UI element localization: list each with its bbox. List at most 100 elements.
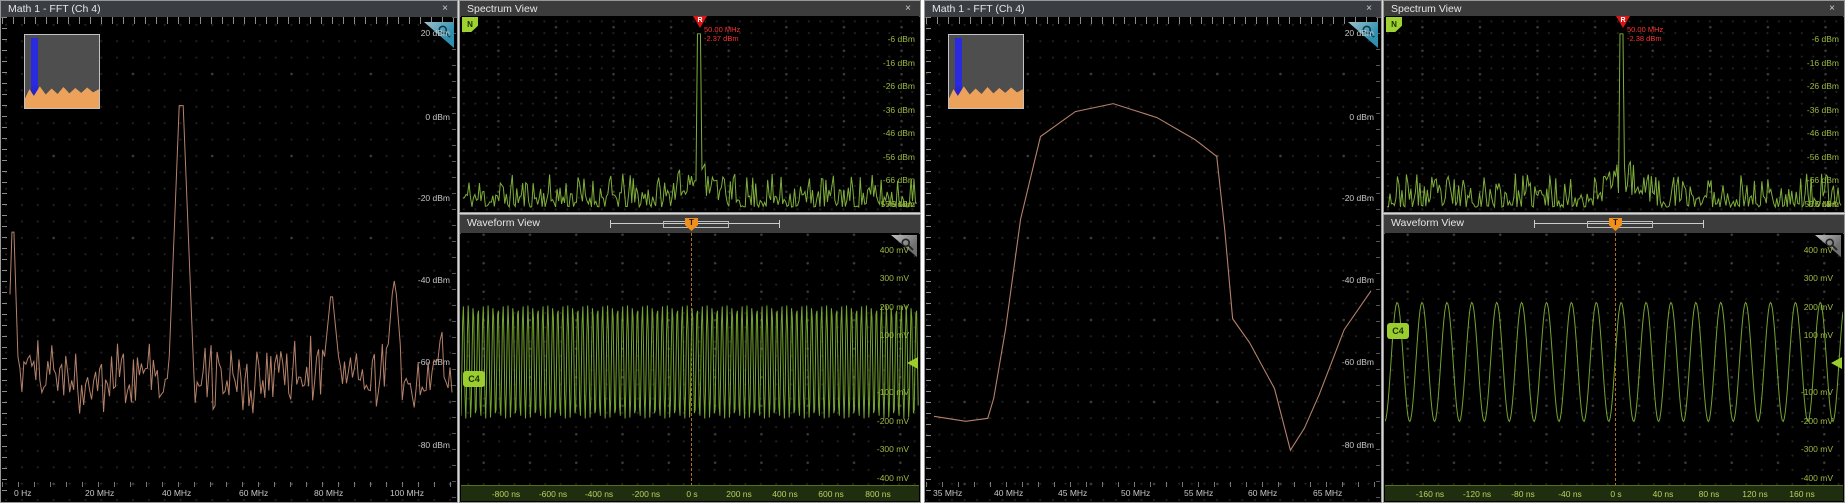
channel-badge-c4[interactable]: C4 [1387,323,1409,339]
fft-x-label: 0 Hz [14,488,31,498]
trigger-position-line [1615,233,1616,486]
zoom-overview-icon[interactable] [424,22,454,48]
waveform-y-label: -100 mV [877,387,909,397]
fft-left-ruler [926,17,931,501]
spectrum-y-label: -16 dBm [883,58,915,68]
close-icon[interactable]: × [1362,2,1376,15]
fft-y-label: -60 dBm [418,357,450,367]
marker-amplitude: -2.38 dBm [1627,34,1663,43]
trigger-position-line [691,233,692,486]
waveform-x-label: -800 ns [492,489,520,499]
trigger-position-icon[interactable]: T [685,218,698,231]
waveform-view-window: Waveform View T C4 400 mV300 mV200 mV100… [1383,214,1845,503]
fft-x-label: 60 MHz [239,488,268,498]
zoom-icon[interactable] [1815,235,1841,257]
spectrum-trace [461,16,919,211]
waveform-title: Waveform View [467,217,540,229]
fft-overview-thumbnail[interactable] [24,34,100,109]
fft-y-label: -20 dBm [1342,193,1374,203]
math-fft-window: Math 1 - FFT (Ch 4) × 20 dBm0 dBm-20 dBm… [924,0,1382,503]
waveform-time-axis: -800 ns-600 ns-400 ns-200 ns0 s200 ns400… [461,485,919,501]
waveform-y-label: 200 mV [880,302,909,312]
waveform-x-label: -600 ns [539,489,567,499]
waveform-y-label: -400 mV [877,473,909,483]
spectrum-view-window: Spectrum View × N R 50.00 MHz -2.38 dBm … [1383,0,1845,213]
fft-y-label: -20 dBm [418,193,450,203]
spectrum-titlebar[interactable]: Spectrum View × [1384,1,1844,17]
spectrum-trace [1385,16,1843,211]
waveform-x-label: -160 ns [1416,489,1444,499]
marker-frequency: 50.00 MHz [1627,25,1663,34]
math-fft-plot[interactable]: 20 dBm0 dBm-20 dBm-40 dBm-60 dBm-80 dBm … [2,17,456,501]
scope-capture-left: Math 1 - FFT (Ch 4) × 20 dBm0 dBm-20 dBm… [0,0,921,503]
spectrum-titlebar[interactable]: Spectrum View × [460,1,920,17]
fft-right-ruler [452,17,456,501]
fft-x-label: 40 MHz [994,488,1023,498]
math-fft-plot[interactable]: 20 dBm0 dBm-20 dBm-40 dBm-60 dBm-80 dBm … [926,17,1380,501]
waveform-x-label: 80 ns [1699,489,1720,499]
waveform-plot[interactable]: C4 400 mV300 mV200 mV100 mV-100 mV-200 m… [1385,233,1843,486]
fft-x-label: 100 MHz [390,488,424,498]
close-icon[interactable]: × [438,2,452,15]
fft-top-ruler [926,17,1380,24]
waveform-y-label: -300 mV [877,444,909,454]
zoom-icon[interactable] [891,235,917,257]
close-icon[interactable]: × [901,2,915,15]
math-fft-titlebar[interactable]: Math 1 - FFT (Ch 4) × [925,1,1381,18]
spectrum-plot[interactable]: N R 50.00 MHz -2.37 dBm -6 dBm-16 dBm-26… [461,16,919,211]
waveform-y-label: 100 mV [1804,330,1833,340]
waveform-x-label: 160 ns [1789,489,1815,499]
dual-scope-screenshot: Math 1 - FFT (Ch 4) × 20 dBm0 dBm-20 dBm… [0,0,1845,503]
spectrum-y-label: -36 dBm [883,105,915,115]
spectrum-plot[interactable]: N R 50.00 MHz -2.38 dBm -6 dBm-16 dBm-26… [1385,16,1843,211]
waveform-titlebar[interactable]: Waveform View T [1384,215,1844,234]
waveform-x-label: -120 ns [1463,489,1491,499]
waveform-x-label: 40 ns [1653,489,1674,499]
trigger-position-icon[interactable]: T [1609,218,1622,231]
waveform-x-label: 200 ns [726,489,752,499]
fft-overview-thumbnail[interactable] [948,34,1024,109]
waveform-x-label: 120 ns [1742,489,1768,499]
math-fft-titlebar[interactable]: Math 1 - FFT (Ch 4) × [1,1,457,18]
waveform-y-label: 200 mV [1804,302,1833,312]
fft-x-label: 60 MHz [1248,488,1277,498]
waveform-x-label: -80 ns [1511,489,1535,499]
fft-x-label: 20 MHz [85,488,114,498]
fft-x-label: 65 MHz [1313,488,1342,498]
fft-x-label: 80 MHz [314,488,343,498]
spectrum-y-label: -46 dBm [883,128,915,138]
spectrum-y-label: -56 dBm [1807,152,1839,162]
spectrum-trace-handle-badge[interactable]: N [1386,17,1402,32]
trigger-level-arrow-icon[interactable] [1831,357,1842,369]
channel-badge-c4[interactable]: C4 [463,371,485,387]
fft-y-label: 0 dBm [425,112,450,122]
waveform-y-label: -200 mV [877,416,909,426]
waveform-x-label: 0 s [686,489,697,499]
waveform-trace [461,233,919,486]
fft-right-ruler [1376,17,1380,501]
fft-x-label: 55 MHz [1184,488,1213,498]
spectrum-y-label: -36 dBm [1807,105,1839,115]
fft-x-label: 35 MHz [933,488,962,498]
fft-y-label: 0 dBm [1349,112,1374,122]
spectrum-y-axis-labels: -6 dBm-16 dBm-26 dBm-36 dBm-46 dBm-56 dB… [461,16,919,211]
waveform-x-label: 0 s [1610,489,1621,499]
waveform-y-label: -100 mV [1801,387,1833,397]
waveform-titlebar[interactable]: Waveform View T [460,215,920,234]
fft-bottom-ruler [926,482,1380,487]
waveform-trace [1385,233,1843,486]
close-icon[interactable]: × [1825,2,1839,15]
zoom-overview-icon[interactable] [1348,22,1378,48]
marker-readout: 50.00 MHz -2.37 dBm [704,25,740,43]
fft-y-label: -60 dBm [1342,357,1374,367]
spectrum-y-label: -66 dBm [883,175,915,185]
fft-top-ruler [2,17,456,24]
spectrum-trace-handle-badge[interactable]: N [462,17,478,32]
trigger-level-arrow-icon[interactable] [907,357,918,369]
fft-y-label: -40 dBm [1342,275,1374,285]
fft-left-ruler [2,17,7,501]
marker-readout: 50.00 MHz -2.38 dBm [1627,25,1663,43]
waveform-y-label: 300 mV [1804,273,1833,283]
waveform-plot[interactable]: C4 400 mV300 mV200 mV100 mV-100 mV-200 m… [461,233,919,486]
fft-bottom-ruler [2,482,456,487]
